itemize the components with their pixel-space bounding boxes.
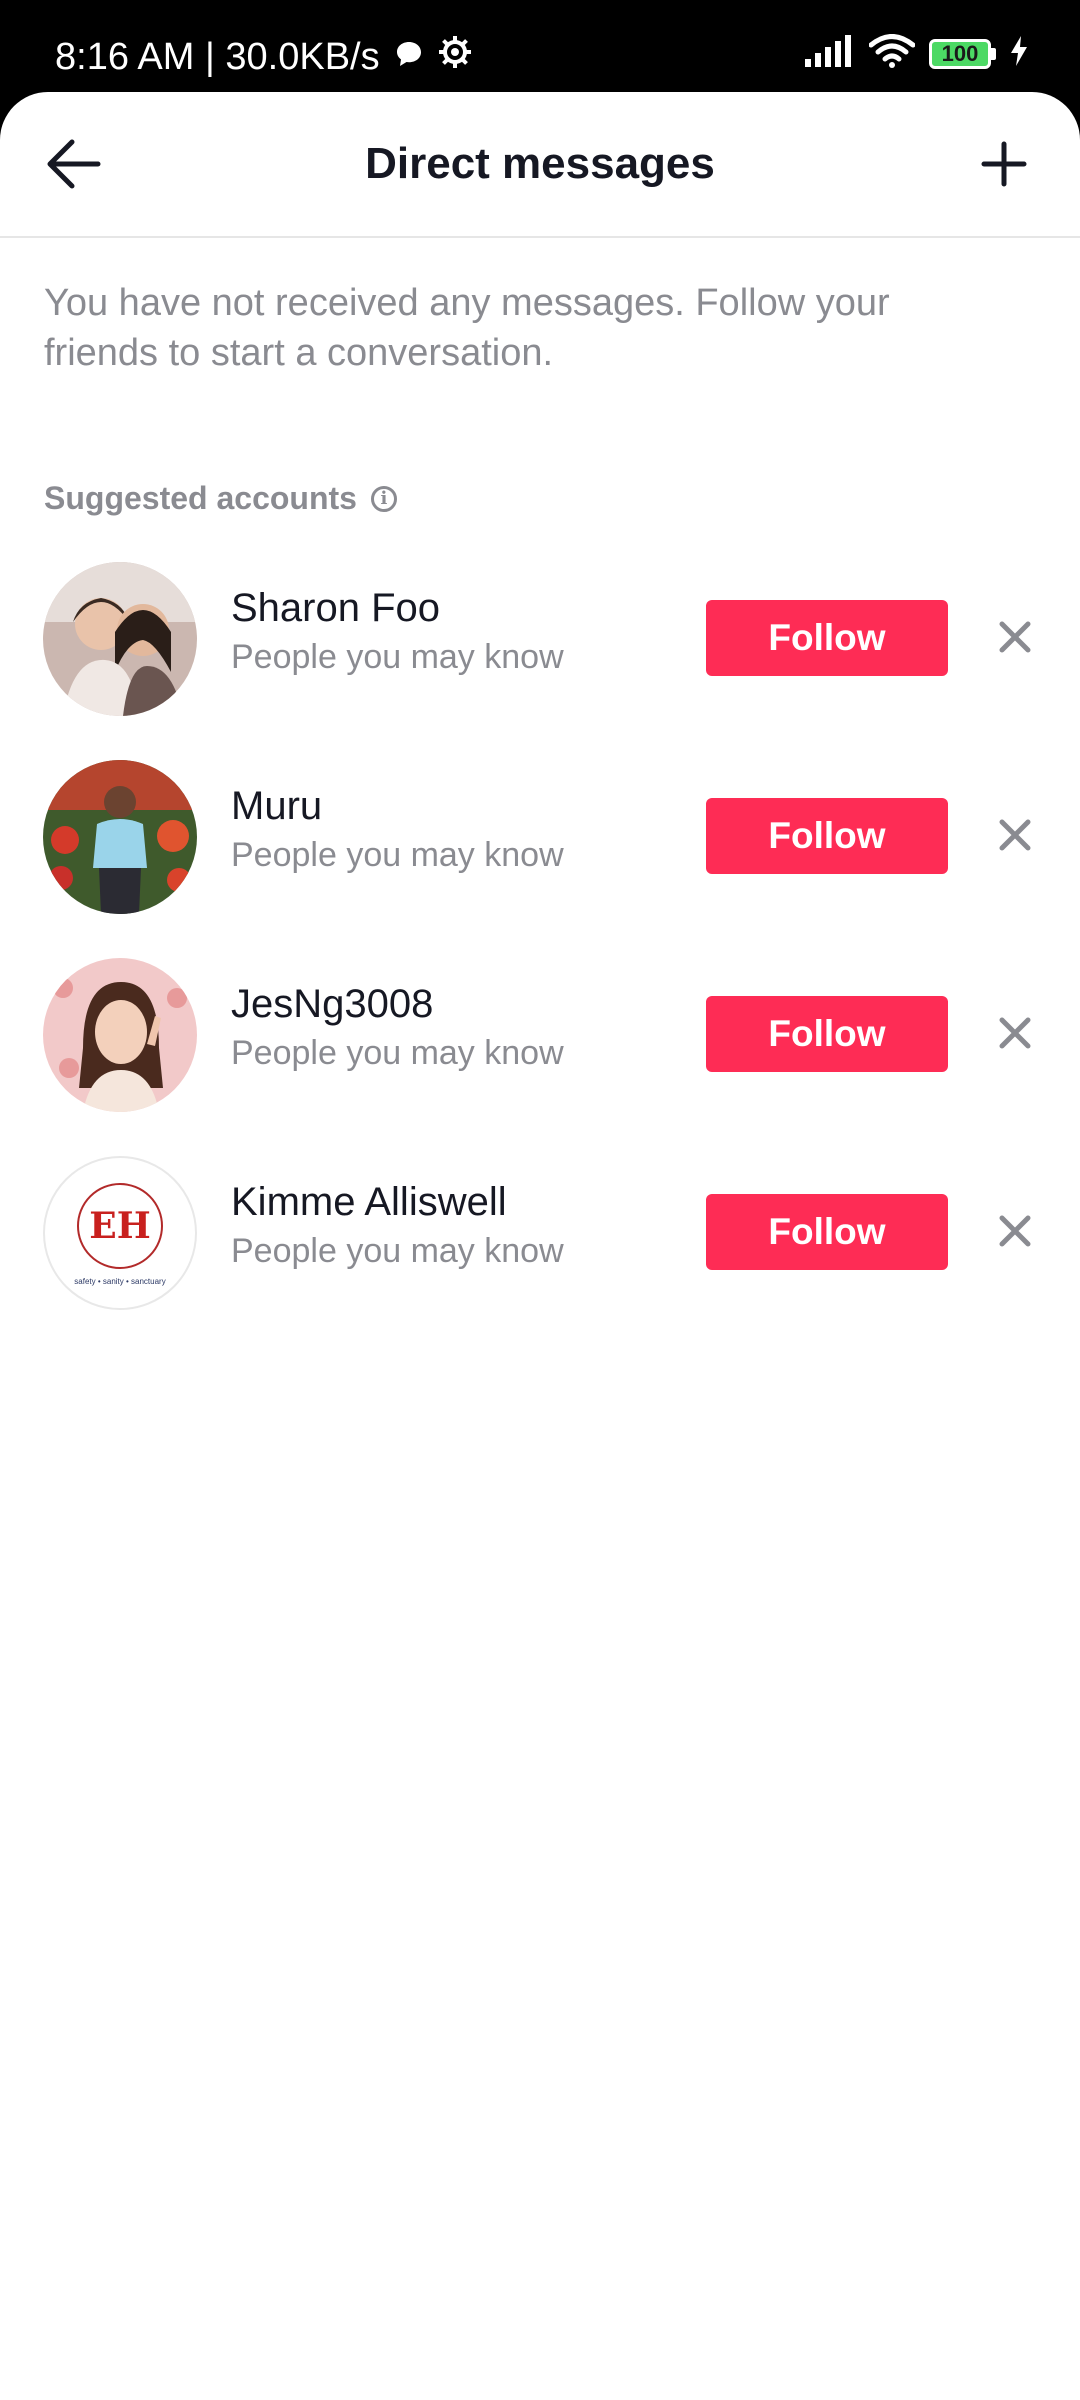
account-subtitle: People you may know (231, 638, 564, 676)
avatar[interactable] (43, 562, 197, 716)
dismiss-button[interactable] (990, 1008, 1040, 1058)
suggested-accounts-title: Suggested accounts (44, 480, 357, 516)
charging-icon (1010, 36, 1028, 71)
signal-icon (805, 35, 855, 72)
follow-button[interactable]: Follow (706, 1194, 948, 1270)
chat-bubble-icon (394, 32, 424, 82)
suggested-account-row[interactable]: Sharon Foo People you may know Follow (0, 562, 1080, 722)
wifi-icon (868, 34, 916, 73)
account-name: JesNg3008 (231, 982, 434, 1026)
status-time-speed: 8:16 AM | 30.0KB/s (55, 36, 380, 78)
battery-icon: 100 (929, 38, 991, 69)
dismiss-button[interactable] (990, 612, 1040, 662)
follow-button[interactable]: Follow (706, 996, 948, 1072)
suggested-account-row[interactable]: JesNg3008 People you may know Follow (0, 958, 1080, 1118)
main-sheet: Direct messages You have not received an… (0, 92, 1080, 2400)
close-icon (999, 1215, 1031, 1247)
new-message-button[interactable] (968, 128, 1040, 200)
page-title: Direct messages (365, 139, 715, 188)
status-left: 8:16 AM | 30.0KB/s (55, 32, 472, 82)
dismiss-button[interactable] (990, 810, 1040, 860)
info-icon[interactable]: i (370, 485, 397, 512)
plus-icon (981, 141, 1027, 187)
follow-button[interactable]: Follow (706, 798, 948, 874)
close-icon (999, 1017, 1031, 1049)
account-name: Kimme Alliswell (231, 1180, 507, 1224)
header-bar: Direct messages (0, 92, 1080, 238)
dismiss-button[interactable] (990, 1206, 1040, 1256)
account-name: Muru (231, 784, 323, 828)
avatar[interactable] (43, 760, 197, 914)
close-icon (999, 819, 1031, 851)
suggested-account-row[interactable]: Muru People you may know Follow (0, 760, 1080, 920)
battery-tip (991, 47, 996, 60)
account-subtitle: People you may know (231, 1034, 564, 1072)
empty-messages-text: You have not received any messages. Foll… (44, 282, 890, 374)
follow-button[interactable]: Follow (706, 600, 948, 676)
account-name: Sharon Foo (231, 586, 441, 630)
gear-icon (438, 32, 472, 82)
status-right: 100 (805, 34, 1028, 73)
close-icon (999, 621, 1031, 653)
avatar[interactable] (43, 958, 197, 1112)
suggested-account-row[interactable]: EH safety • sanity • sanctuary Kimme All… (0, 1156, 1080, 1316)
account-subtitle: People you may know (231, 1232, 564, 1270)
account-subtitle: People you may know (231, 836, 564, 874)
suggested-accounts-header: Suggested accounts i (44, 480, 397, 517)
battery-indicator: 100 (929, 38, 996, 69)
logo-letters: EH (89, 1205, 150, 1247)
logo-tagline: safety • sanity • sanctuary (74, 1277, 165, 1286)
avatar[interactable]: EH safety • sanity • sanctuary (43, 1156, 197, 1310)
